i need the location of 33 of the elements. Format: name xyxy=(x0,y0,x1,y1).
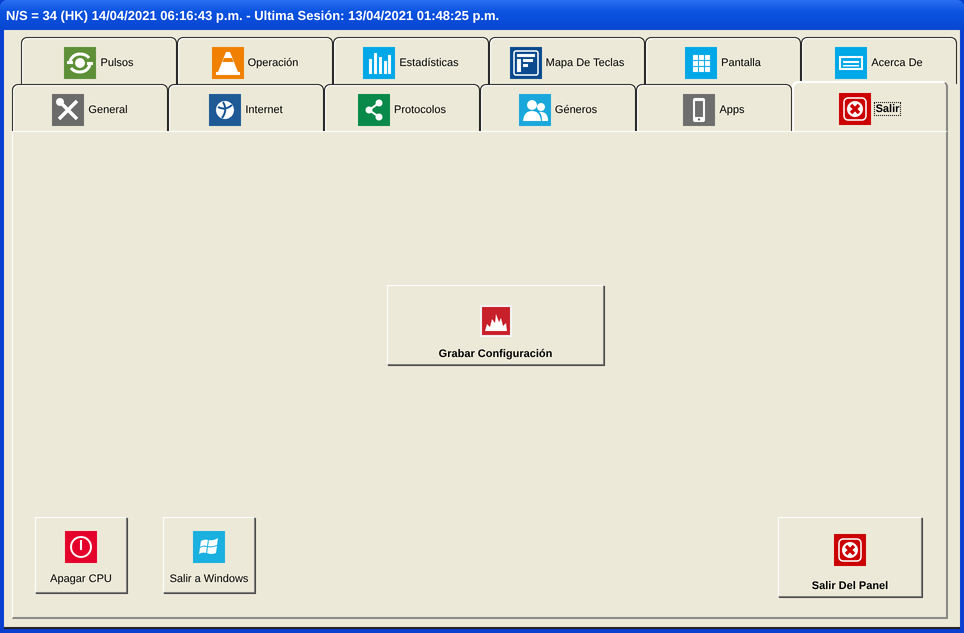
users-icon xyxy=(518,94,551,126)
globe-icon xyxy=(209,94,242,126)
tab[interactable]: Mapa De Teclas xyxy=(489,37,645,84)
tab[interactable]: Salir xyxy=(792,81,948,131)
tools-icon xyxy=(52,94,84,126)
pulse-icon xyxy=(64,47,96,79)
power-icon xyxy=(65,531,97,563)
action-button[interactable]: Apagar CPU xyxy=(35,517,127,593)
tab[interactable]: Operación xyxy=(177,37,333,84)
tab[interactable]: Internet xyxy=(168,84,324,131)
layout-grid-icon xyxy=(510,47,542,79)
share-icon xyxy=(358,94,390,126)
tab[interactable]: General xyxy=(12,84,168,131)
bar-chart-icon xyxy=(363,47,396,79)
grid-icon xyxy=(685,47,718,79)
tab[interactable]: Pulsos xyxy=(21,37,177,84)
exit-icon xyxy=(838,92,871,124)
tab[interactable]: Géneros xyxy=(480,84,636,131)
tab[interactable]: Apps xyxy=(636,84,792,131)
action-button[interactable]: Salir a Windows xyxy=(163,517,255,593)
exit-icon xyxy=(834,534,866,566)
action-button[interactable]: Salir Del Panel xyxy=(778,517,922,597)
keyboard-icon xyxy=(835,47,868,79)
windows-logo-icon xyxy=(193,531,225,563)
cone-icon xyxy=(212,47,244,79)
phone-icon xyxy=(683,94,716,126)
tab[interactable]: Acerca De xyxy=(801,37,957,84)
tab[interactable]: Pantalla xyxy=(645,37,801,84)
flame-icon xyxy=(480,305,512,337)
tab[interactable]: Estadísticas xyxy=(333,37,489,84)
window-title: N/S = 34 (HK) 14/04/2021 06:16:43 p.m. - Ultima Sesión: 13/04/2021 01:48:25 p.m. xyxy=(6,8,500,22)
tab[interactable]: Protocolos xyxy=(324,84,480,131)
action-button[interactable]: Grabar Configuración xyxy=(387,285,604,365)
